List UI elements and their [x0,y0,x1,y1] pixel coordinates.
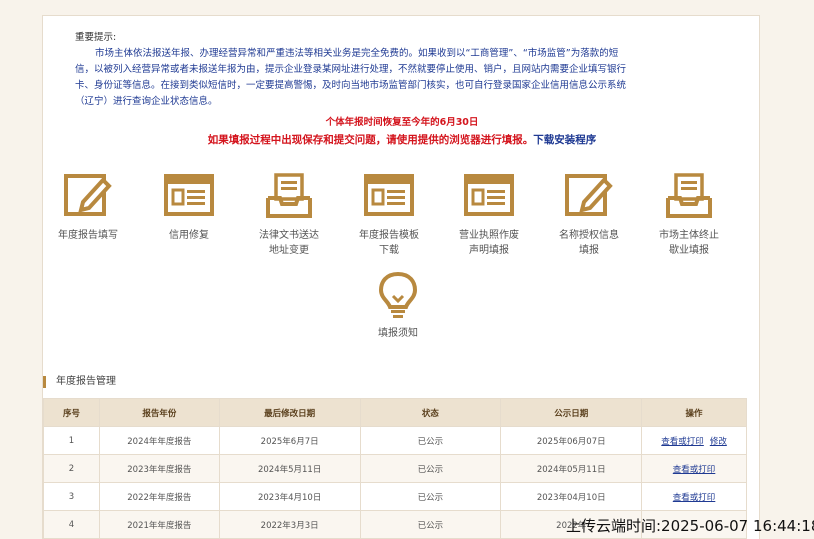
cell-no: 3 [43,482,100,511]
notice-heading: 重要提示: [75,32,117,43]
annual-report-deadline: 个体年报时间恢复至今年的6月30日 [325,117,479,128]
form-icon [364,174,414,216]
cell-no: 1 [43,426,100,455]
cell-published: 2023年04月10日 [500,482,643,511]
download-installer-link[interactable]: 下载安装程序 [533,134,596,146]
cell-year: 2024年年度报告 [98,426,220,455]
cell-status: 已公示 [359,510,502,539]
notice-line: （辽宁）进行查询企业状态信息。 [75,96,218,107]
notice-line: 信，以被列入经营异常或者未报送年报为由，提示企业登录某网址进行处理，不然就要停止… [75,64,627,75]
cell-no: 4 [43,510,100,539]
tile-template-download[interactable]: 年度报告模板 下载 [349,172,429,258]
form-icon [464,174,514,216]
cell-published: 2024年05月11日 [500,454,643,483]
col-no: 序号 [43,398,100,427]
col-actions: 操作 [641,398,747,427]
cell-modified: 2025年6月7日 [218,426,361,455]
tile-label: 名称授权信息 填报 [559,230,619,256]
view-print-link[interactable]: 查看或打印 [661,437,704,447]
cell-status: 已公示 [359,454,502,483]
cell-modified: 2023年4月10日 [218,482,361,511]
table-row: 3 2022年年度报告 2023年4月10日 已公示 2023年04月10日 查… [43,482,747,511]
tile-label: 市场主体终止 歇业填报 [659,230,719,256]
cell-actions: 查看或打印 [641,482,747,511]
cell-modified: 2022年3月3日 [218,510,361,539]
notice-line: 卡、身份证等信息。在接到类似短信时，一定要提高警惕，及时向当地市场监管部门核实，… [75,80,627,91]
tile-label: 填报须知 [378,328,418,339]
table-row: 1 2024年年度报告 2025年6月7日 已公示 2025年06月07日 查看… [43,426,747,455]
cell-year: 2022年年度报告 [98,482,220,511]
tile-label: 法律文书送达 地址变更 [259,230,319,256]
modify-link[interactable]: 修改 [710,437,727,447]
table-header-row: 序号 报告年份 最后修改日期 状态 公示日期 操作 [43,398,747,427]
upload-timestamp-overlay: 上传云端时间:2025-06-07 16:44:18 [566,517,814,535]
important-notice: 重要提示: 市场主体依法报送年报、办理经营异常和严重违法等相关业务是完全免费的。… [75,30,705,110]
main-panel: 重要提示: 市场主体依法报送年报、办理经营异常和严重违法等相关业务是完全免费的。… [42,15,760,539]
tile-filing-notes[interactable]: 填报须知 [358,270,438,341]
cell-modified: 2024年5月11日 [218,454,361,483]
section-title: 年度报告管理 [43,376,116,388]
view-print-link[interactable]: 查看或打印 [673,465,716,475]
cell-year: 2023年年度报告 [98,454,220,483]
edit-icon [565,174,613,216]
inbox-icon [666,173,712,218]
cell-published: 2025年06月07日 [500,426,643,455]
inbox-icon [266,173,312,218]
col-status: 状态 [359,398,502,427]
cell-status: 已公示 [359,426,502,455]
table-row: 2 2023年年度报告 2024年5月11日 已公示 2024年05月11日 查… [43,454,747,483]
col-published: 公示日期 [500,398,643,427]
cell-actions: 查看或打印 [641,454,747,483]
col-year: 报告年份 [98,398,220,427]
edit-icon [64,174,112,216]
notice-line: 市场主体依法报送年报、办理经营异常和严重违法等相关业务是完全免费的。如果收到以“… [95,48,619,59]
form-icon [164,174,214,216]
cell-no: 2 [43,454,100,483]
tile-legal-doc-address[interactable]: 法律文书送达 地址变更 [249,172,329,258]
tile-label: 年度报告模板 下载 [359,230,419,256]
tile-credit-repair[interactable]: 信用修复 [149,172,229,243]
tile-label: 信用修复 [169,230,209,241]
tile-annual-report-fill[interactable]: 年度报告填写 [48,172,128,243]
tile-license-void[interactable]: 营业执照作废 声明填报 [449,172,529,258]
view-print-link[interactable]: 查看或打印 [673,493,716,503]
browser-warning: 如果填报过程中出现保存和提交问题，请使用提供的浏览器进行填报。下载安装程序 [43,132,761,147]
tile-name-authorization[interactable]: 名称授权信息 填报 [549,172,629,258]
browser-warning-text: 如果填报过程中出现保存和提交问题，请使用提供的浏览器进行填报。 [207,134,534,146]
tile-termination[interactable]: 市场主体终止 歇业填报 [649,172,729,258]
lightbulb-icon [378,271,418,318]
cell-year: 2021年年度报告 [98,510,220,539]
tile-label: 年度报告填写 [58,230,118,241]
tile-label: 营业执照作废 声明填报 [459,230,519,256]
cell-status: 已公示 [359,482,502,511]
col-modified: 最后修改日期 [218,398,361,427]
cell-actions: 查看或打印 修改 [641,426,747,455]
